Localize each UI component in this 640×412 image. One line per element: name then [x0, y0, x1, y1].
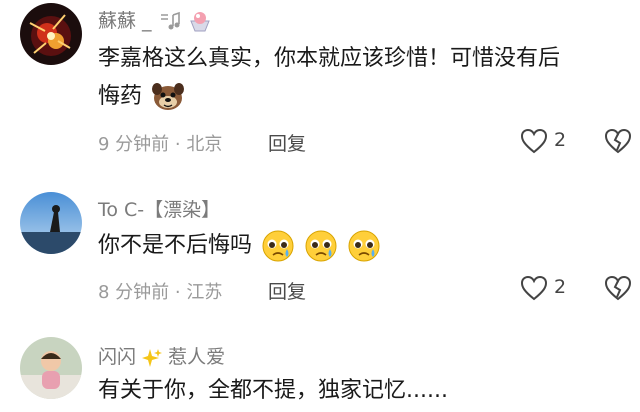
like-heart-icon[interactable]: [520, 128, 548, 154]
comment-meta: 9 分钟前 · 北京: [98, 130, 222, 156]
sparkles-icon: [142, 348, 163, 368]
comment-text-fragment: 悔药: [98, 84, 143, 109]
timestamp: 8 分钟前: [98, 282, 170, 303]
avatar[interactable]: [20, 337, 82, 399]
reply-button[interactable]: 回复: [268, 277, 306, 304]
dog-face-icon: [151, 80, 185, 114]
comment-text: 李嘉格这么真实，你本就应该珍惜！可惜没有后 悔药: [98, 40, 560, 116]
comment-text-line: 你不是不后悔吗: [98, 233, 253, 258]
pleading-face-icon: [347, 229, 381, 263]
avatar[interactable]: [20, 192, 82, 254]
username[interactable]: 闪闪 惹人爱: [98, 342, 225, 369]
meta-separator: ·: [174, 134, 181, 155]
pleading-face-icon: [304, 229, 338, 263]
comment-meta: 8 分钟前 · 江苏: [98, 278, 222, 304]
meta-separator: ·: [174, 282, 181, 303]
music-note-icon: [158, 11, 182, 33]
shaved-ice-icon: [188, 11, 212, 33]
like-heart-icon[interactable]: [520, 275, 548, 301]
location: 北京: [186, 134, 223, 155]
avatar[interactable]: [20, 3, 82, 65]
comment-item: 闪闪 惹人爱 有关于你，全都不提，独家记忆......: [0, 330, 640, 412]
like-count: 2: [554, 129, 567, 151]
username-text: 蘇蘇 _: [98, 10, 158, 32]
comment-text-line: 李嘉格这么真实，你本就应该珍惜！可惜没有后: [98, 46, 561, 71]
pleading-face-icon: [261, 229, 295, 263]
comment-item: 蘇蘇 _ 李嘉格这么真实，你本就应该珍惜！可惜没有后 悔药 9 分钟前 · 北京…: [0, 0, 640, 170]
reply-button[interactable]: 回复: [268, 129, 306, 156]
like-count: 2: [554, 276, 567, 298]
location: 江苏: [186, 282, 223, 303]
comment-text-line-2: 悔药: [98, 78, 560, 116]
dislike-heart-icon[interactable]: [604, 128, 632, 154]
timestamp: 9 分钟前: [98, 134, 170, 155]
username[interactable]: 蘇蘇 _: [98, 6, 212, 33]
comment-item: To C-【漂染】 你不是不后悔吗 8 分钟前 · 江苏 回复 2: [0, 175, 640, 315]
comment-text: 有关于你，全都不提，独家记忆......: [98, 378, 448, 403]
comment-text: 你不是不后悔吗: [98, 227, 381, 265]
username-suffix: 惹人爱: [168, 346, 226, 368]
username-text: 闪闪: [98, 346, 137, 368]
username[interactable]: To C-【漂染】: [98, 195, 220, 222]
dislike-heart-icon[interactable]: [604, 275, 632, 301]
